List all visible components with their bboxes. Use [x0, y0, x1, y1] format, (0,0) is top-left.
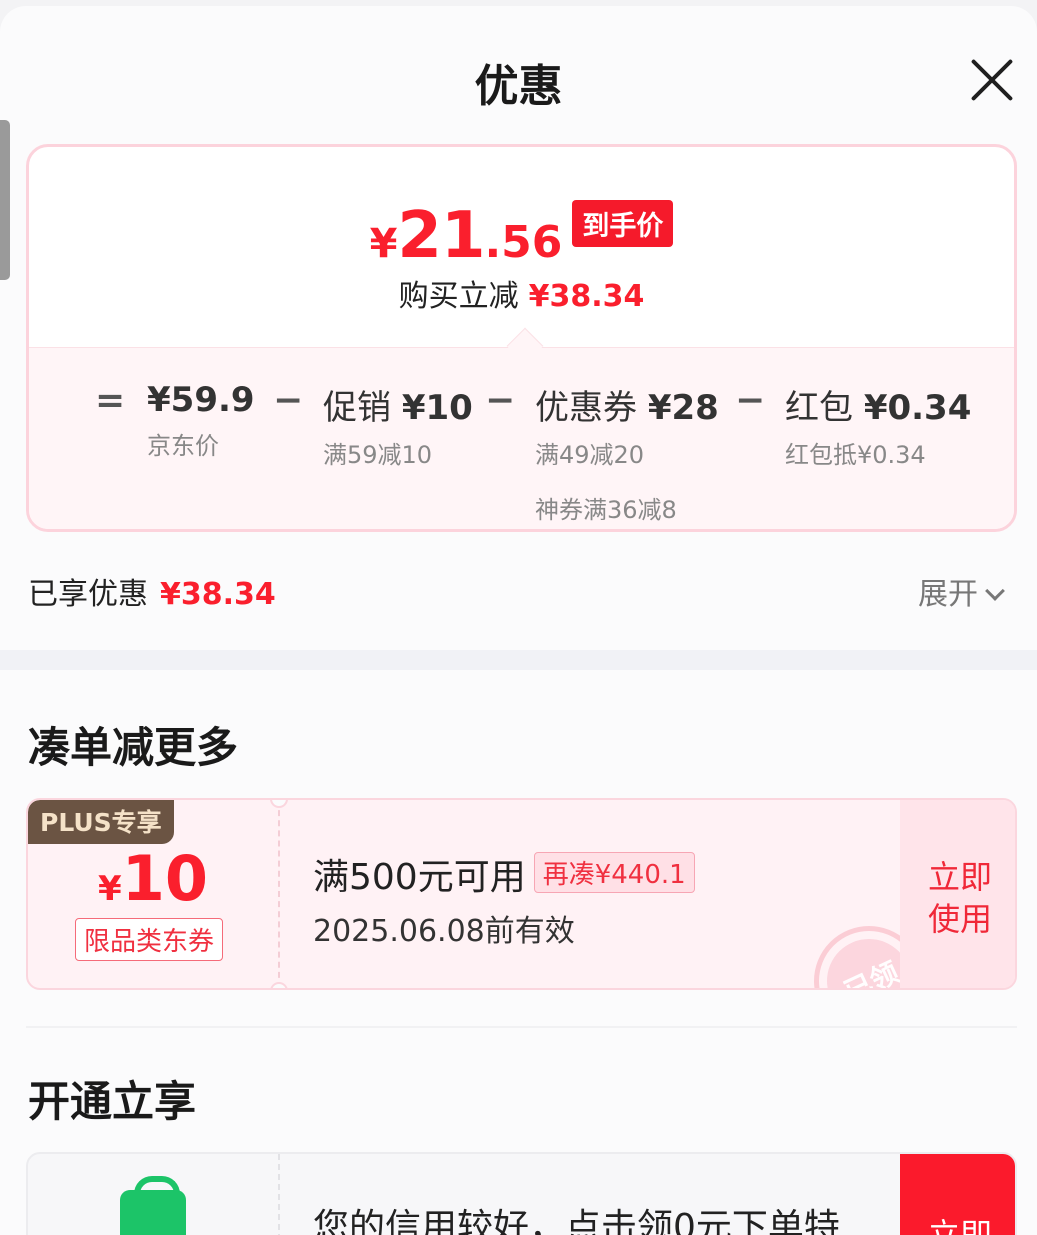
credit-offer-text: 您的信用较好，点击领0元下单特 — [313, 1207, 840, 1235]
chevron-down-icon — [985, 581, 1005, 601]
term-amount: ¥10 — [401, 388, 473, 428]
term-label: 优惠券 — [535, 388, 637, 428]
minus-sign: − — [273, 380, 304, 421]
instant-save: 购买立减 ¥38.34 — [29, 271, 1014, 315]
coupon-value: 10 — [121, 842, 208, 915]
credit-offer-card[interactable]: 您的信用较好，点击领0元下单特 立即 — [26, 1152, 1017, 1235]
use-now-label: 立即使用 — [928, 858, 993, 938]
term-label: 红包 — [785, 388, 853, 428]
term-note: 满49减20 — [535, 441, 645, 469]
use-now-button[interactable]: 立即使用 — [900, 800, 1015, 988]
term-amount: ¥28 — [647, 388, 719, 428]
expand-toggle[interactable]: 展开 — [918, 569, 1005, 613]
currency-symbol: ¥ — [369, 221, 398, 267]
term-note: 红包抵¥0.34 — [785, 441, 926, 469]
claimed-stamp-text: 已领 — [839, 955, 904, 990]
final-price-badge: 到手价 — [572, 200, 674, 247]
coupon-condition: 满500元可用 — [313, 857, 526, 898]
coupon-card[interactable]: PLUS专享 ¥10 限品类东券 满500元可用 再凑¥440.1 2025.06… — [26, 798, 1017, 990]
term-amount: ¥0.34 — [863, 388, 972, 428]
term-label: 促销 — [323, 388, 391, 428]
plus-exclusive-badge: PLUS专享 — [28, 800, 174, 844]
add-more-tag: 再凑¥440.1 — [533, 852, 695, 893]
coupon-perforation — [278, 800, 280, 988]
section-gap — [0, 650, 1037, 670]
equals-sign: = — [95, 380, 126, 421]
minus-sign: − — [485, 380, 516, 421]
sheet-title: 优惠 — [474, 61, 563, 112]
section-divider — [26, 1026, 1017, 1028]
coupon-currency: ¥ — [98, 869, 122, 909]
term-red-packet: 红包 ¥0.34 红包抵¥0.34 — [785, 380, 971, 470]
term-amount: ¥59.9 — [147, 380, 255, 420]
price-summary-card: ¥21.56 到手价 购买立减 ¥38.34 = ¥59.9 京东价 − 促销 ¥1… — [26, 144, 1017, 532]
price-decimal: .56 — [484, 217, 563, 268]
term-jd-price: ¥59.9 京东价 — [147, 380, 255, 461]
final-price: ¥21.56 到手价 — [29, 199, 1014, 273]
term-promotion: 促销 ¥10 满59减10 — [323, 380, 473, 470]
term-note: 京东价 — [147, 432, 219, 460]
save-amount: ¥38.34 — [528, 279, 645, 314]
card-perforation — [278, 1154, 280, 1235]
enjoyed-amount: ¥38.34 — [160, 577, 276, 612]
section-title-more: 凑单减更多 — [28, 723, 239, 772]
coupon-amount: ¥10 — [28, 842, 278, 915]
price-integer: 21 — [397, 199, 485, 273]
activate-button[interactable]: 立即 — [900, 1154, 1015, 1235]
coupon-validity: 2025.06.08前有效 — [313, 914, 575, 949]
term-note: 满59减10 — [323, 441, 433, 469]
term-note: 神券满36减8 — [535, 496, 677, 524]
enjoyed-label: 已享优惠 — [28, 577, 148, 612]
section-title-open: 开通立享 — [28, 1077, 197, 1126]
discount-sheet: 优惠 ¥21.56 到手价 购买立减 ¥38.34 = ¥59.9 京东价 − 促销… — [0, 6, 1037, 1235]
close-icon[interactable] — [968, 56, 1016, 104]
term-coupon: 优惠券 ¥28 满49减20 神券满36减8 — [535, 380, 719, 525]
minus-sign: − — [735, 380, 766, 421]
coupon-value-area: PLUS专享 ¥10 限品类东券 — [28, 800, 278, 988]
scrollbar-thumb[interactable] — [0, 120, 10, 280]
activate-label: 立即 — [928, 1216, 993, 1235]
coupon-scope-tag: 限品类东券 — [75, 918, 224, 961]
shopping-bag-icon — [120, 1176, 186, 1235]
expand-label: 展开 — [918, 577, 978, 612]
enjoyed-discount: 已享优惠 ¥38.34 — [28, 569, 276, 613]
save-label: 购买立减 — [398, 279, 519, 314]
coupon-details: 满500元可用 再凑¥440.1 2025.06.08前有效 — [313, 848, 695, 950]
coupon-notch — [270, 982, 288, 988]
